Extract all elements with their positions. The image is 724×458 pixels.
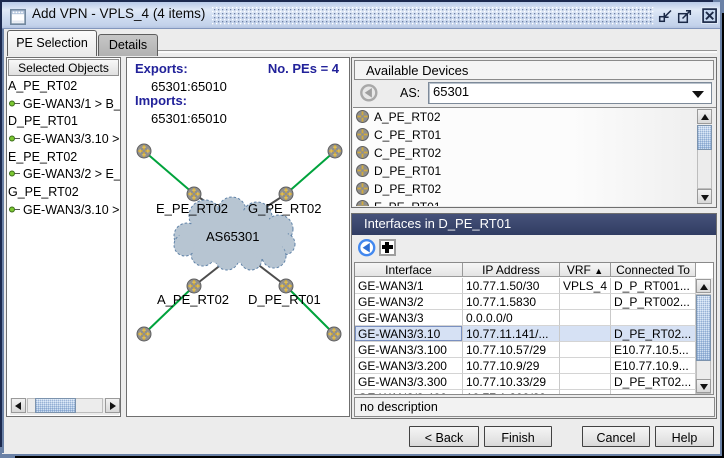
svg-text:AS65301: AS65301 bbox=[206, 229, 260, 244]
svg-text:G_PE_RT02: G_PE_RT02 bbox=[248, 201, 321, 216]
svg-text:D_PE_RT01: D_PE_RT01 bbox=[248, 292, 321, 307]
svg-text:A_PE_RT02: A_PE_RT02 bbox=[157, 292, 229, 307]
svg-text:E_PE_RT02: E_PE_RT02 bbox=[156, 201, 228, 216]
